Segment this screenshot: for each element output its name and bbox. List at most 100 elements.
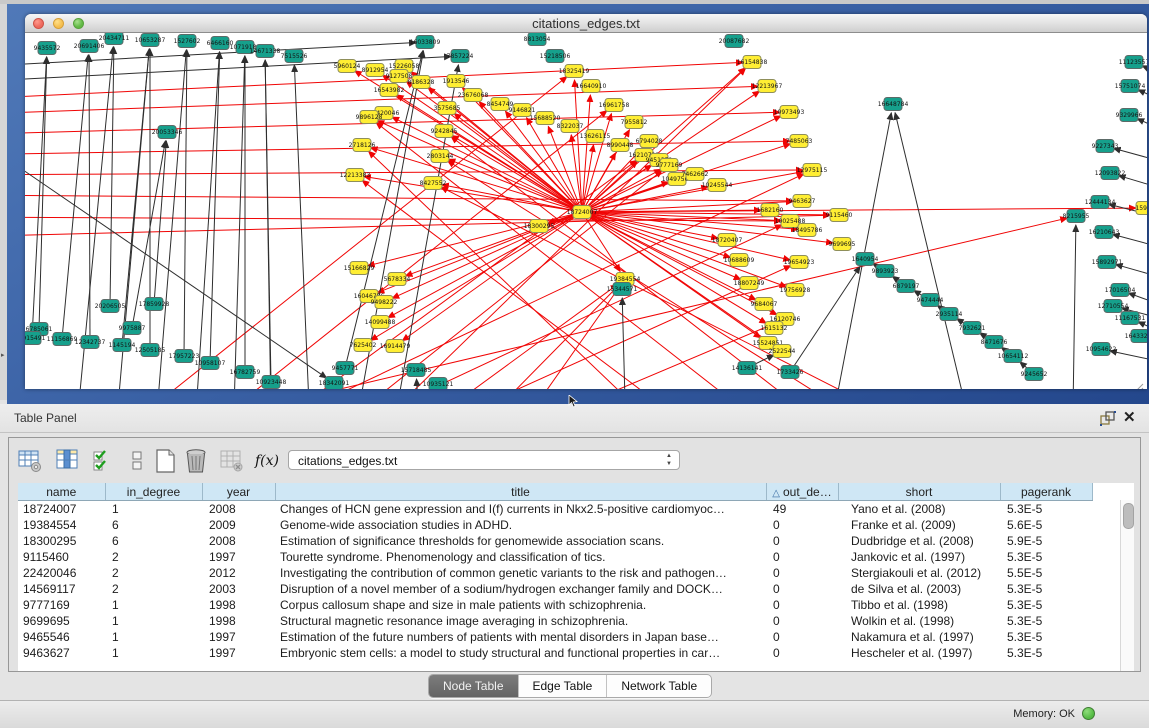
vertical-scrollbar[interactable]	[1120, 500, 1134, 671]
graph-node[interactable]: 16433221	[1125, 330, 1147, 343]
splitter-collapse-arrow[interactable]: ▸	[1, 352, 5, 359]
graph-node[interactable]: 11156869	[47, 333, 78, 346]
graph-node[interactable]: 18325419	[559, 65, 590, 78]
graph-node[interactable]: 9245652	[1021, 368, 1048, 381]
graph-node[interactable]: 7515526	[281, 50, 308, 63]
graph-node[interactable]: 9893923	[872, 265, 899, 278]
graph-node[interactable]: 16640910	[576, 80, 607, 93]
graph-node[interactable]: 10935121	[423, 378, 454, 390]
network-canvas[interactable]: 5960124891295415226058912750816543982224…	[25, 33, 1147, 389]
graph-node[interactable]: 9777169	[656, 159, 683, 172]
graph-node[interactable]: 9227343	[1092, 140, 1119, 153]
select-column-icon[interactable]	[55, 448, 83, 476]
graph-node[interactable]: 16033809	[410, 36, 441, 49]
graph-node[interactable]: 1733426	[777, 366, 804, 379]
graph-node[interactable]: 15218506	[540, 50, 571, 63]
graph-node[interactable]: 12710554	[1098, 300, 1129, 313]
graph-node[interactable]: 8322037	[557, 120, 584, 133]
function-builder-icon[interactable]: f(x)	[255, 452, 283, 480]
graph-node[interactable]: 20206505	[95, 300, 126, 313]
column-header-pagerank[interactable]: pagerank	[1000, 483, 1092, 501]
table-row[interactable]: 1872400712008Changes of HCN gene express…	[18, 501, 1120, 518]
table-row[interactable]: 1938455462009Genome-wide association stu…	[18, 517, 1120, 533]
graph-node[interactable]: 12213967	[752, 80, 783, 93]
graph-node[interactable]: 7955812	[621, 116, 648, 129]
graph-node[interactable]: 10653287	[135, 34, 166, 47]
column-header-short[interactable]: short	[838, 483, 1000, 501]
graph-node[interactable]: 1913546	[443, 75, 470, 88]
tab-network-table[interactable]: Network Table	[607, 675, 711, 697]
graph-node[interactable]: 17016504	[1105, 284, 1136, 297]
cells-icon[interactable]	[125, 448, 153, 476]
graph-node[interactable]: 2803144	[427, 150, 454, 163]
graph-node[interactable]: 9242845	[431, 125, 458, 138]
panel-close-button[interactable]: ✕	[1123, 408, 1136, 426]
graph-node[interactable]: 9975887	[119, 322, 146, 335]
table-chooser-dropdown[interactable]: citations_edges.txt ▲▼	[288, 450, 680, 470]
graph-node[interactable]: 18342091	[319, 377, 350, 390]
graph-node[interactable]: 6794028	[636, 135, 663, 148]
graph-node[interactable]: 8912954	[362, 64, 389, 77]
graph-node[interactable]: 7932621	[959, 322, 986, 335]
column-checks-icon[interactable]	[91, 448, 119, 476]
graph-node[interactable]: 1527602	[174, 35, 201, 48]
graph-node[interactable]: 3575685	[434, 102, 461, 115]
graph-node[interactable]: 9699695	[829, 238, 856, 251]
graph-node[interactable]: 8471676	[981, 336, 1008, 349]
graph-node[interactable]: 9463627	[789, 195, 816, 208]
scrollbar-thumb[interactable]	[1123, 503, 1134, 529]
graph-node[interactable]: 20053346	[152, 126, 183, 139]
column-header-name[interactable]: name	[18, 483, 105, 501]
graph-node[interactable]: 16914479	[380, 340, 411, 353]
table-row[interactable]: 969969511998Structural magnetic resonanc…	[18, 613, 1120, 629]
graph-node[interactable]: 12213383	[340, 169, 371, 182]
float-panel-button[interactable]	[1100, 411, 1116, 426]
graph-node[interactable]: 12505185	[135, 344, 166, 357]
table-row[interactable]: 2242004622012Investigating the contribut…	[18, 565, 1120, 581]
graph-node[interactable]: 8990448	[607, 139, 634, 152]
graph-node[interactable]: 9435572	[34, 42, 61, 55]
graph-node[interactable]: 14136141	[732, 362, 763, 375]
column-header-out-degree[interactable]: △out_de…	[766, 483, 838, 501]
table-row[interactable]: 911546021997Tourette syndrome. Phenomeno…	[18, 549, 1120, 565]
graph-node[interactable]: 11123557	[1119, 56, 1147, 69]
table-row[interactable]: 1830029562008Estimation of significance …	[18, 533, 1120, 549]
window-titlebar[interactable]: citations_edges.txt	[25, 14, 1147, 33]
graph-node[interactable]: 7857224	[447, 50, 474, 63]
graph-node[interactable]: 9457771	[332, 362, 359, 375]
graph-node[interactable]: 9684067	[751, 298, 778, 311]
column-header-title[interactable]: title	[275, 483, 766, 501]
graph-node[interactable]: 12342737	[75, 336, 106, 349]
graph-node[interactable]: 2718126	[349, 139, 376, 152]
graph-node[interactable]: 7625402	[350, 339, 377, 352]
graph-node[interactable]: 7485063	[786, 135, 813, 148]
graph-node[interactable]: 7462662	[682, 168, 709, 181]
graph-node[interactable]: 10654112	[998, 350, 1029, 363]
delete-table-icon[interactable]	[183, 448, 211, 476]
graph-node[interactable]: 14099488	[365, 316, 396, 329]
graph-node[interactable]: 16210643	[1089, 226, 1120, 239]
graph-node[interactable]: 15958	[1135, 202, 1147, 215]
table-row[interactable]: 946554611997Estimation of the future num…	[18, 629, 1120, 645]
column-header-year[interactable]: year	[202, 483, 275, 501]
graph-node[interactable]: 9474444	[917, 294, 944, 307]
new-document-icon[interactable]	[153, 448, 181, 476]
graph-node[interactable]: 16782759	[230, 366, 261, 379]
table-row[interactable]: 1456911722003Disruption of a novel membe…	[18, 581, 1120, 597]
graph-node[interactable]: 17859928	[139, 298, 170, 311]
graph-node[interactable]: 1145194	[109, 339, 136, 352]
graph-node[interactable]: 10973493	[774, 106, 805, 119]
table-row[interactable]: 946362711997Embryonic stem cells: a mode…	[18, 645, 1120, 661]
graph-node[interactable]: 15892971	[1092, 256, 1123, 269]
graph-node[interactable]: 10954622	[1086, 343, 1117, 356]
graph-node[interactable]: 8215955	[1063, 210, 1090, 223]
graph-node[interactable]: 18300295	[524, 220, 555, 233]
graph-node[interactable]: 5678334	[384, 273, 411, 286]
graph-node[interactable]: 12444134	[1085, 196, 1116, 209]
graph-node[interactable]: 2522544	[769, 345, 796, 358]
table-row[interactable]: 977716911998Corpus callosum shape and si…	[18, 597, 1120, 613]
graph-node[interactable]: 19756928	[780, 284, 811, 297]
graph-node[interactable]: 8813054	[524, 33, 551, 46]
graph-node[interactable]: 16154838	[737, 56, 768, 69]
graph-node[interactable]: 15166829	[344, 262, 375, 275]
